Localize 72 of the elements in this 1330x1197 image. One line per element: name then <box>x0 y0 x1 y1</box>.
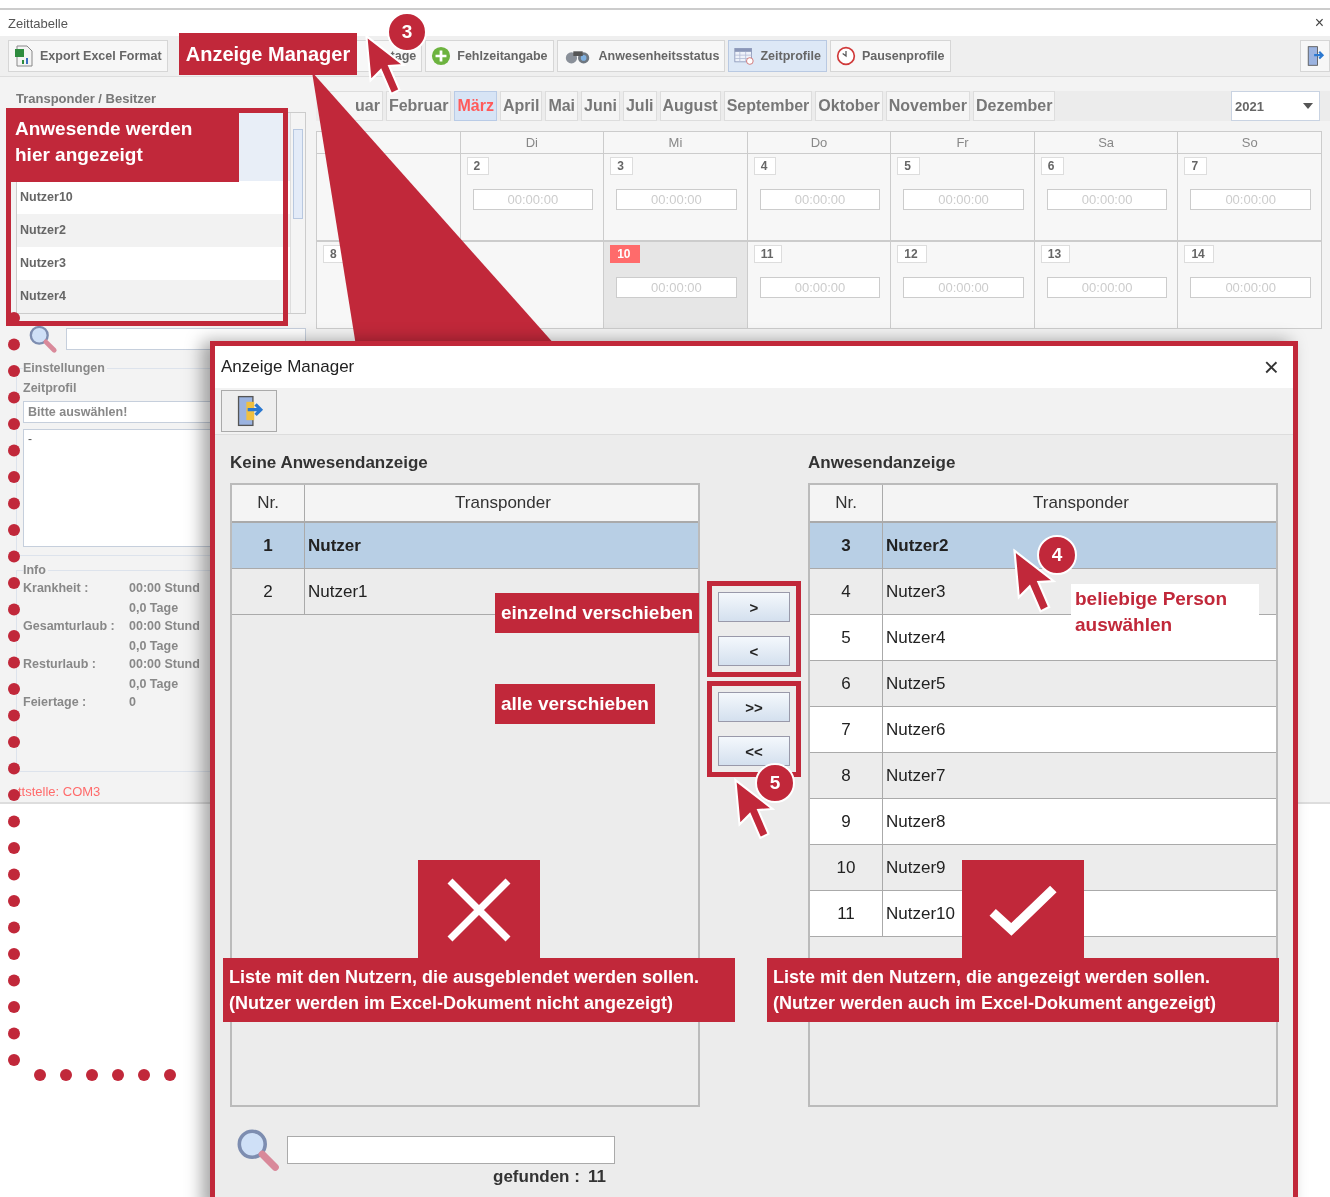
column-header: Transponder <box>454 492 552 514</box>
window-title: Zeittabelle <box>8 15 68 31</box>
table-cell: 6 <box>810 661 883 706</box>
weekday-header: Mi <box>604 131 748 153</box>
field-label: Zeitprofil <box>23 381 78 395</box>
weekday-header: So <box>1178 131 1322 153</box>
weekday-header: Sa <box>1034 131 1179 153</box>
info-value: 0,0 Tage <box>129 677 180 691</box>
column-header: Nr. <box>232 485 305 521</box>
day-number: 2 <box>466 157 490 175</box>
table-cell: 11 <box>810 891 883 936</box>
table-cell-text: Nutzer1 <box>307 581 368 603</box>
info-label: Feiertage : <box>23 695 88 709</box>
group-legend: Einstellungen <box>23 361 107 375</box>
day-number: 6 <box>1040 157 1064 175</box>
info-label: Krankheit : <box>23 581 90 597</box>
result-count: 11 <box>587 1167 606 1187</box>
table-cell-text: Nutzer4 <box>885 627 946 649</box>
info-label: Resturlaub : <box>23 657 97 673</box>
table-cell: 10 <box>810 845 883 890</box>
column-header: Transponder <box>1032 492 1130 514</box>
annotation-tooltip: einzelnd verschieben <box>495 593 700 633</box>
weekday-header: Do <box>747 131 892 153</box>
day-number: 13 <box>1040 245 1071 263</box>
day-number: 4 <box>753 157 777 175</box>
table-cell-text: Nutzer8 <box>885 811 946 833</box>
weekday-header: Fr <box>891 131 1035 153</box>
table-cell: 1 <box>232 523 305 568</box>
callout-caption: Liste mit den Nutzern, die ausgeblendet werden sollen. (Nutzer werden im Excel-Dokument nicht angezeigt) <box>223 958 735 1022</box>
year-value: 2021 <box>1235 98 1264 114</box>
table-cell: 9 <box>810 799 883 844</box>
list-title: Anwesendanzeige <box>808 453 957 473</box>
status-text: ttstelle: COM3 <box>18 784 102 799</box>
table-cell-text: Nutzer6 <box>885 719 946 741</box>
day-number: 7 <box>1184 157 1208 175</box>
annotation-tooltip: alle verschieben <box>495 684 655 724</box>
info-value: 0,0 Tage <box>129 639 180 653</box>
table-cell-text: Nutzer5 <box>885 673 946 695</box>
info-label: Gesamturlaub : <box>23 619 116 635</box>
table-cell: 4 <box>810 569 883 614</box>
table-cell: 8 <box>810 753 883 798</box>
day-number: 14 <box>1184 245 1214 263</box>
info-value: 0 <box>129 695 136 709</box>
callout-caption: Liste mit den Nutzern, die angezeigt werden sollen. (Nutzer werden auch im Excel-Dokument angezeigt) <box>767 958 1279 1022</box>
table-cell-text: Nutzer10 <box>885 903 955 925</box>
table-cell: 3 <box>810 523 883 568</box>
result-label: gefunden : <box>493 1167 580 1187</box>
info-value: 0,0 Tage <box>129 601 180 615</box>
table-cell: 2 <box>232 569 305 614</box>
column-header: Nr. <box>810 485 883 521</box>
day-number: 5 <box>897 157 920 175</box>
day-number: 12 <box>897 245 927 263</box>
table-cell-text: Nutzer9 <box>885 857 946 879</box>
table-cell-text: Nutzer3 <box>885 581 946 603</box>
table-cell-text: Nutzer2 <box>885 535 949 557</box>
panel-title: Transponder / Besitzer <box>16 91 158 106</box>
table-cell-text: Nutzer <box>307 535 361 557</box>
table-cell-text: Nutzer7 <box>885 765 946 787</box>
info-value: 00:00 Stund <box>129 619 200 633</box>
info-value: 00:00 Stund <box>129 581 200 595</box>
notes-text: - <box>28 432 32 446</box>
info-value: 00:00 Stund <box>129 657 200 671</box>
weekday-header: Di <box>460 131 605 153</box>
dialog-title: Anzeige Manager <box>221 357 355 377</box>
day-number: 3 <box>610 157 633 175</box>
step-badge: 5 <box>755 763 795 803</box>
table-cell: 7 <box>810 707 883 752</box>
day-number: 10 <box>610 245 640 263</box>
day-number: 11 <box>753 245 783 263</box>
group-legend: Info <box>23 563 48 577</box>
table-cell: 5 <box>810 615 883 660</box>
callout-label: Anzeige Manager <box>179 33 357 75</box>
